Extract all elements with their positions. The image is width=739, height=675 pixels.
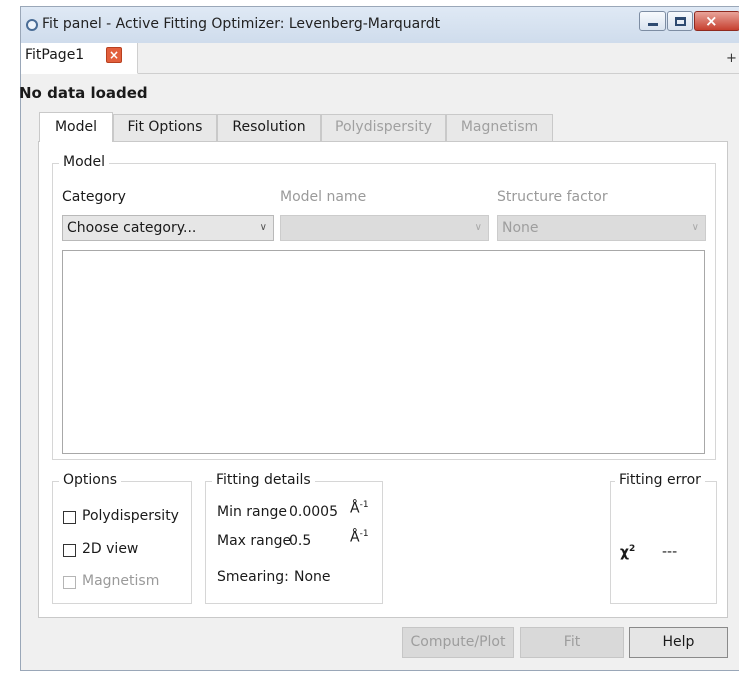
tab-fitpage1-label: FitPage1	[25, 47, 85, 63]
magnetism-checkbox-label: Magnetism	[82, 573, 160, 589]
chevron-down-icon: ∨	[691, 222, 699, 233]
model-tab-pane: Model Category Model name Structure fact…	[38, 141, 728, 618]
tab-fit-options[interactable]: Fit Options	[113, 114, 217, 141]
close-window-button[interactable]: ×	[694, 11, 739, 31]
parameters-table[interactable]	[62, 250, 705, 454]
options-group: Options Polydispersity 2D view Magnetism	[52, 472, 192, 604]
max-range-unit: Å-1	[350, 529, 369, 546]
smearing-value: None	[294, 569, 331, 585]
close-page-icon[interactable]: ×	[106, 47, 122, 63]
fit-page-tabstrip: FitPage1 × +	[21, 43, 739, 74]
compute-plot-button[interactable]: Compute/Plot	[402, 627, 514, 658]
structure-factor-label: Structure factor	[497, 189, 608, 205]
min-range-unit: Å-1	[350, 500, 369, 517]
view-2d-checkbox[interactable]	[63, 544, 76, 557]
magnetism-checkbox[interactable]	[63, 576, 76, 589]
app-icon	[26, 19, 38, 31]
fitting-details-title: Fitting details	[212, 472, 315, 488]
help-button[interactable]: Help	[629, 627, 728, 658]
polydispersity-checkbox[interactable]	[63, 511, 76, 524]
category-select-value: Choose category...	[67, 220, 197, 236]
tab-fitpage1[interactable]: FitPage1 ×	[21, 43, 138, 74]
fitting-error-title: Fitting error	[615, 472, 705, 488]
tab-magnetism[interactable]: Magnetism	[446, 114, 553, 141]
tab-model[interactable]: Model	[39, 112, 113, 142]
max-range-label: Max range	[217, 533, 292, 549]
model-group: Model Category Model name Structure fact…	[52, 154, 716, 460]
min-range-label: Min range	[217, 504, 287, 520]
maximize-button[interactable]	[667, 11, 693, 31]
polydispersity-checkbox-label: Polydispersity	[82, 508, 179, 524]
fitting-error-group: Fitting error χ2 ---	[610, 472, 717, 604]
add-page-button[interactable]: +	[726, 51, 737, 66]
view-2d-checkbox-label: 2D view	[82, 541, 139, 557]
category-label: Category	[62, 189, 126, 205]
close-icon: ×	[705, 12, 718, 30]
max-range-value: 0.5	[289, 533, 312, 549]
structure-factor-select[interactable]: None ∨	[497, 215, 706, 241]
model-name-label: Model name	[280, 189, 367, 205]
chevron-down-icon: ∨	[474, 222, 482, 233]
data-status-label: No data loaded	[19, 84, 148, 102]
minimize-button[interactable]	[639, 11, 666, 31]
tab-resolution[interactable]: Resolution	[217, 114, 321, 141]
chi-squared-value: ---	[662, 544, 678, 560]
window-title: Fit panel - Active Fitting Optimizer: Le…	[42, 16, 441, 32]
chi-squared-label: χ2	[620, 544, 636, 561]
model-group-title: Model	[59, 154, 110, 170]
model-name-select[interactable]: ∨	[280, 215, 489, 241]
fitting-details-group: Fitting details Min range 0.0005 Å-1 Max…	[205, 472, 383, 604]
structure-factor-select-value: None	[502, 220, 539, 236]
maximize-icon	[675, 17, 686, 26]
chevron-down-icon: ∨	[259, 222, 267, 233]
minimize-icon	[648, 23, 658, 26]
options-group-title: Options	[59, 472, 122, 488]
smearing-label: Smearing:	[217, 569, 289, 585]
title-bar[interactable]: Fit panel - Active Fitting Optimizer: Le…	[21, 7, 739, 43]
tab-polydispersity[interactable]: Polydispersity	[321, 114, 446, 141]
fit-button[interactable]: Fit	[520, 627, 624, 658]
min-range-value: 0.0005	[289, 504, 338, 520]
category-select[interactable]: Choose category... ∨	[62, 215, 274, 241]
